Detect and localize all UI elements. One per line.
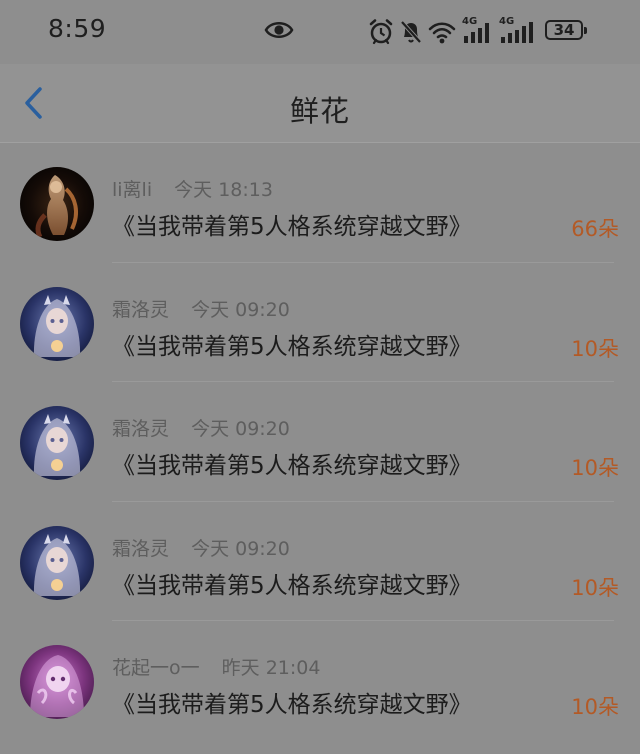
avatar[interactable]: [20, 525, 94, 600]
signal-4g-2: 4G: [499, 16, 539, 46]
avatar[interactable]: [20, 167, 94, 241]
sender-name[interactable]: 霜洛灵: [112, 538, 169, 560]
flower-count: 66朵: [571, 217, 619, 241]
send-time: 今天 09:20: [191, 537, 290, 560]
anime-girl-avatar-image: [20, 286, 94, 361]
flower-count: 10朵: [571, 336, 619, 361]
record-meta: 霜洛灵 今天 09:20: [112, 534, 290, 560]
wifi-icon: [428, 22, 456, 44]
send-time: 昨天 21:04: [221, 657, 321, 679]
dark-phoenix-avatar-image: [20, 167, 94, 241]
list-item[interactable]: li离li 今天 18:13 《当我带着第5人格系统穿越文野》 66朵: [0, 143, 640, 263]
nav-header: 鲜花: [0, 64, 640, 143]
flower-count: 10朵: [571, 695, 619, 719]
anime-girl-avatar-image: [20, 406, 94, 480]
avatar[interactable]: [20, 286, 94, 361]
signal-icon: [464, 23, 489, 43]
book-title[interactable]: 《当我带着第5人格系统穿越文野》: [112, 566, 472, 600]
list-item[interactable]: 霜洛灵 今天 09:20 《当我带着第5人格系统穿越文野》 10朵: [0, 263, 640, 382]
anime-girl-avatar-image: [20, 525, 94, 600]
mute-icon: [400, 20, 422, 44]
flower-count: 10朵: [571, 575, 619, 600]
book-title[interactable]: 《当我带着第5人格系统穿越文野》: [112, 685, 472, 719]
list-item[interactable]: 花起一o一 昨天 21:04 《当我带着第5人格系统穿越文野》 10朵: [0, 621, 640, 741]
flower-count: 10朵: [571, 456, 619, 480]
page-title: 鲜花: [289, 94, 350, 128]
battery-level: 34: [553, 21, 575, 39]
list-item[interactable]: 霜洛灵 今天 09:20 《当我带着第5人格系统穿越文野》 10朵: [0, 382, 640, 502]
signal-4g-1: 4G: [462, 16, 494, 46]
send-time: 今天 18:13: [174, 179, 273, 201]
send-time: 今天 09:20: [191, 298, 290, 321]
alarm-icon: [369, 19, 393, 45]
book-title[interactable]: 《当我带着第5人格系统穿越文野》: [112, 327, 472, 361]
sender-name[interactable]: li离li: [112, 179, 152, 201]
book-title[interactable]: 《当我带着第5人格系统穿越文野》: [112, 207, 472, 241]
flower-record-list: li离li 今天 18:13 《当我带着第5人格系统穿越文野》 66朵 霜洛灵 …: [0, 143, 640, 741]
battery-tip: [584, 27, 587, 34]
battery-icon: 34: [545, 20, 583, 40]
sender-name[interactable]: 花起一o一: [112, 657, 200, 679]
avatar[interactable]: [20, 406, 94, 480]
status-bar: 8:59 4G 4G 34: [0, 0, 640, 64]
book-title[interactable]: 《当我带着第5人格系统穿越文野》: [112, 446, 472, 480]
record-meta: 花起一o一 昨天 21:04: [112, 653, 321, 679]
record-meta: 霜洛灵 今天 09:20: [112, 295, 290, 321]
purple-anime-avatar-image: [20, 645, 94, 719]
sender-name[interactable]: 霜洛灵: [112, 418, 169, 440]
signal-icon: [501, 22, 533, 43]
send-time: 今天 09:20: [191, 418, 290, 440]
record-meta: li离li 今天 18:13: [112, 175, 273, 201]
list-item[interactable]: 霜洛灵 今天 09:20 《当我带着第5人格系统穿越文野》 10朵: [0, 502, 640, 621]
sender-name[interactable]: 霜洛灵: [112, 299, 169, 321]
eye-icon: [264, 22, 294, 38]
record-meta: 霜洛灵 今天 09:20: [112, 414, 290, 440]
status-time: 8:59: [48, 14, 107, 43]
avatar[interactable]: [20, 645, 94, 719]
